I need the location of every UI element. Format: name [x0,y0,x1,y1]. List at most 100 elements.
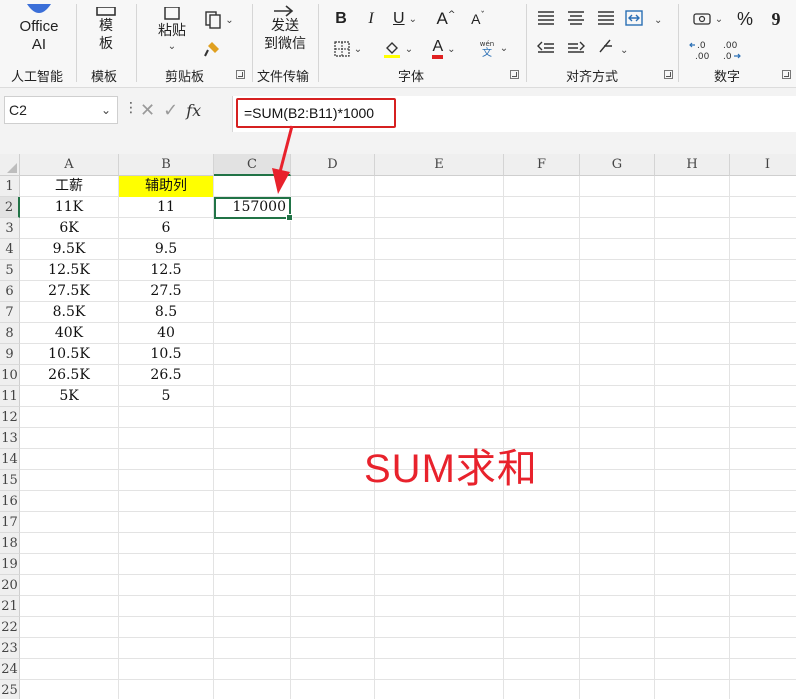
align-launcher-icon[interactable] [664,70,673,79]
column-header-b[interactable]: B [119,154,214,176]
decrease-decimal-button[interactable]: .00 .0 [718,38,742,62]
decrease-indent-icon[interactable] [537,41,554,53]
align-bottom-icon[interactable] [598,11,614,25]
increase-decimal-button[interactable]: .0 .00 [688,38,712,62]
row-header-17[interactable]: 17 [0,512,20,533]
grow-font-button[interactable]: A ^ [434,8,458,30]
annotation-label: SUM求和 [364,447,538,491]
format-painter-button[interactable] [200,38,224,60]
row-header-14[interactable]: 14 [0,449,20,470]
copy-button[interactable]: ⌄ [200,8,238,32]
chevron-down-icon[interactable]: ⌄ [101,97,111,123]
underline-button[interactable]: U ⌄ [388,8,422,30]
row-header-5[interactable]: 5 [0,260,20,281]
more-icon[interactable]: ⋮ [124,100,138,116]
enter-icon[interactable]: ✓ [163,100,178,121]
column-header-h[interactable]: H [655,154,730,176]
merge-center-icon[interactable] [625,10,643,26]
borders-button[interactable]: ⌄ [328,38,368,60]
cell-a5[interactable]: 12.5K [20,260,118,281]
office-ai-button[interactable]: Office AI [8,0,70,60]
svg-text:wén: wén [480,40,494,48]
cell-a9[interactable]: 10.5K [20,344,118,365]
row-header-3[interactable]: 3 [0,218,20,239]
row-header-18[interactable]: 18 [0,533,20,554]
row-header-25[interactable]: 25 [0,680,20,699]
cell-b6[interactable]: 27.5 [119,281,213,302]
row-header-9[interactable]: 9 [0,344,20,365]
paste-button[interactable]: 粘贴 ⌄ [150,0,194,58]
cell-a1[interactable]: 工薪 [20,176,118,197]
row-header-6[interactable]: 6 [0,281,20,302]
row-header-13[interactable]: 13 [0,428,20,449]
formula-input[interactable]: =SUM(B2:B11)*1000 [232,96,796,132]
percent-button[interactable]: % [734,8,756,30]
row-header-16[interactable]: 16 [0,491,20,512]
column-header-e[interactable]: E [375,154,504,176]
align-top-icon[interactable] [538,11,554,25]
row-header-11[interactable]: 11 [0,386,20,407]
font-color-button[interactable]: A ⌄ [424,38,464,60]
row-header-8[interactable]: 8 [0,323,20,344]
comma-style-button[interactable]: 9 [766,8,786,30]
row-header-24[interactable]: 24 [0,659,20,680]
row-header-2[interactable]: 2 [0,197,20,218]
row-header-7[interactable]: 7 [0,302,20,323]
cell-b5[interactable]: 12.5 [119,260,213,281]
cell-a11[interactable]: 5K [20,386,118,407]
cell-a4[interactable]: 9.5K [20,239,118,260]
align-middle-icon[interactable] [568,11,584,25]
cell-b9[interactable]: 10.5 [119,344,213,365]
send-to-wechat-button[interactable]: 发送 到微信 [258,0,312,58]
text-direction-icon[interactable] [599,39,612,53]
cell-b7[interactable]: 8.5 [119,302,213,323]
row-header-23[interactable]: 23 [0,638,20,659]
cell-a2[interactable]: 11K [20,197,118,218]
row-header-15[interactable]: 15 [0,470,20,491]
select-all-button[interactable] [0,154,20,176]
row-header-19[interactable]: 19 [0,554,20,575]
column-header-c[interactable]: C [214,154,291,176]
cell-a10[interactable]: 26.5K [20,365,118,386]
cell-b10[interactable]: 26.5 [119,365,213,386]
cell-a8[interactable]: 40K [20,323,118,344]
increase-indent-icon[interactable] [568,41,585,53]
shrink-font-button[interactable]: Aˇ [466,8,490,30]
spreadsheet-grid[interactable]: ABCDEFGHI 1 2 3 4 5 6 7 8 9 10 11 12 13 14 15 16 17 18 19 2… [0,154,796,699]
name-box[interactable]: C2 ⌄ [4,96,118,124]
cell-a3[interactable]: 6K [20,218,118,239]
row-header-21[interactable]: 21 [0,596,20,617]
italic-button[interactable]: I [360,8,382,30]
cell-b11[interactable]: 5 [119,386,213,407]
column-header-f[interactable]: F [504,154,580,176]
cell-b2[interactable]: 11 [119,197,213,218]
cell-b3[interactable]: 6 [119,218,213,239]
bold-button[interactable]: B [330,8,352,30]
currency-button[interactable]: ⌄ [688,8,728,30]
row-header-10[interactable]: 10 [0,365,20,386]
cancel-icon[interactable]: ✕ [140,100,155,121]
column-header-i[interactable]: I [730,154,796,176]
cell-b8[interactable]: 40 [119,323,213,344]
cell-b4[interactable]: 9.5 [119,239,213,260]
cell-b1[interactable]: 辅助列 [119,176,213,197]
font-launcher-icon[interactable] [510,70,519,79]
row-header-4[interactable]: 4 [0,239,20,260]
row-header-22[interactable]: 22 [0,617,20,638]
row-header-1[interactable]: 1 [0,176,20,197]
insert-function-icon[interactable]: fx [186,101,201,120]
phonetic-button[interactable]: wén 文 ⌄ [470,36,514,60]
column-header-a[interactable]: A [20,154,119,176]
row-header-20[interactable]: 20 [0,575,20,596]
active-cell-selection[interactable] [214,197,293,221]
cell-a7[interactable]: 8.5K [20,302,118,323]
number-launcher-icon[interactable] [782,70,791,79]
clipboard-launcher-icon[interactable] [236,70,245,79]
column-header-d[interactable]: D [291,154,375,176]
column-header-g[interactable]: G [580,154,655,176]
row-header-12[interactable]: 12 [0,407,20,428]
name-box-value: C2 [9,102,27,118]
fill-color-button[interactable]: ⌄ [378,38,418,60]
cell-a6[interactable]: 27.5K [20,281,118,302]
template-button[interactable]: 模 板 [86,0,126,60]
